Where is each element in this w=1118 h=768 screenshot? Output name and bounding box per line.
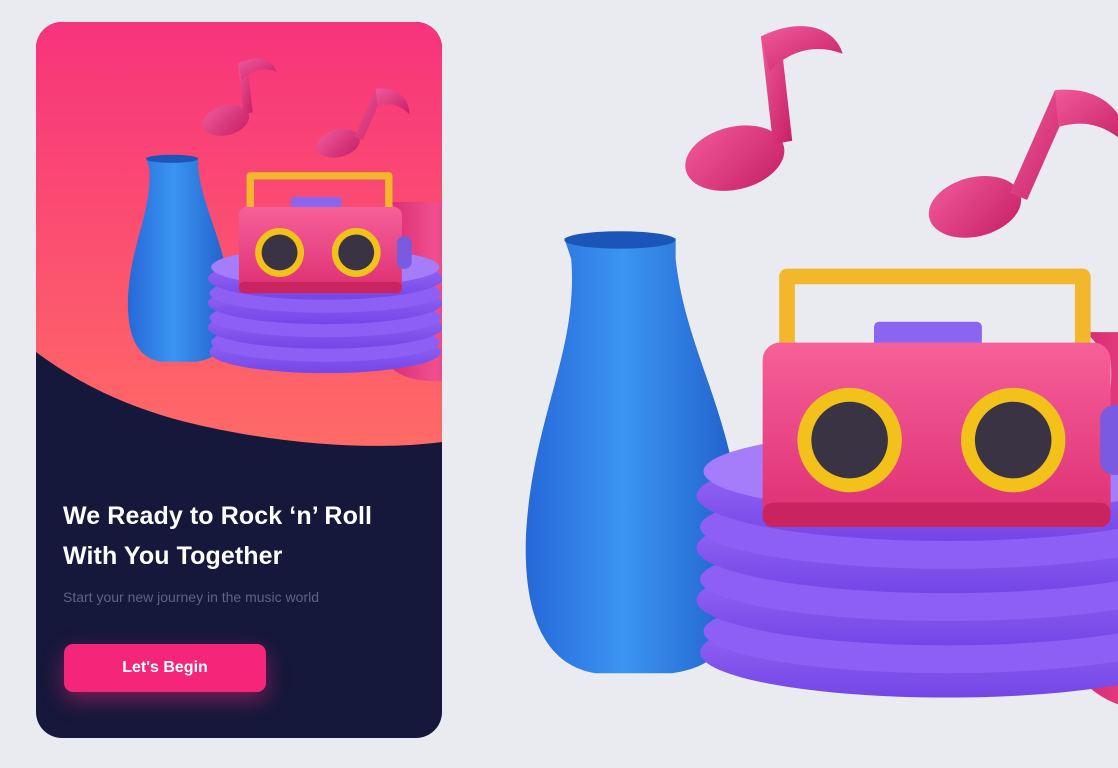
title-line-2: With You Together <box>63 542 283 570</box>
onboarding-title: We Ready to Rock ‘n’ Roll With You Toget… <box>63 496 433 576</box>
title-line-1: We Ready to Rock ‘n’ Roll <box>63 502 373 530</box>
hero-illustration-large <box>500 0 1118 768</box>
lets-begin-button[interactable]: Let's Begin <box>64 644 266 692</box>
hero-illustration <box>36 22 442 446</box>
onboarding-subtitle: Start your new journey in the music worl… <box>63 589 319 605</box>
onboarding-card: We Ready to Rock ‘n’ Roll With You Toget… <box>36 22 442 738</box>
